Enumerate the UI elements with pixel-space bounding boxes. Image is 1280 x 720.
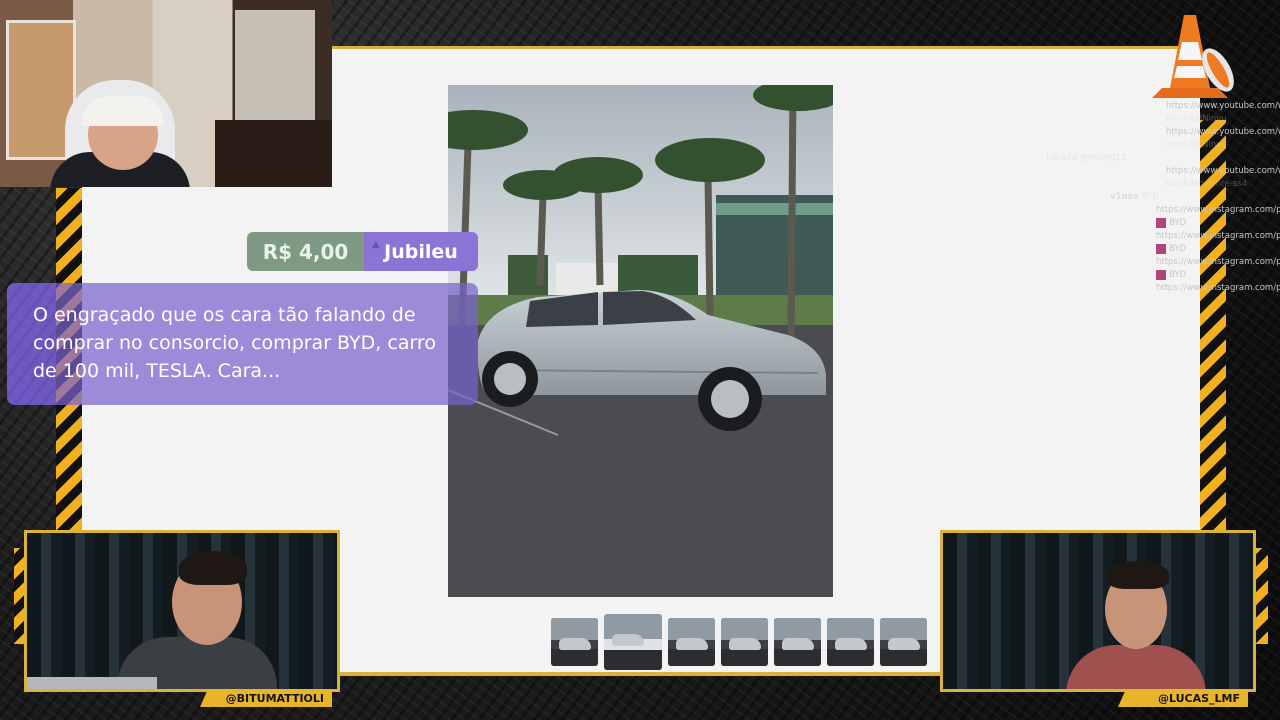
chat-link-line: https://www.instagram.com/p [1046, 230, 1280, 243]
stage-bottom-border [338, 672, 942, 676]
cohost-right-hair [1107, 561, 1169, 589]
thumbnail-car [559, 638, 591, 650]
gallery-thumbnail[interactable] [551, 618, 598, 666]
chat-link-line: BYD [1046, 217, 1280, 230]
streamer-top [50, 80, 190, 187]
gallery-thumbnail[interactable] [827, 618, 874, 666]
chat-link-line: BYD [1046, 243, 1280, 256]
chat-line: v=xh4jBNlnyu [1166, 114, 1227, 124]
chat-line: https://www.youtube.com/watch? [1166, 127, 1280, 137]
gallery-thumbnail[interactable] [604, 614, 662, 670]
cohost-right-torso [1066, 645, 1206, 689]
webcam-curtain [235, 10, 315, 120]
thumbnail-strip [551, 614, 927, 670]
emote-icon [1156, 269, 1166, 280]
webcam-bottom-left [24, 530, 340, 692]
traffic-cone-icon [1152, 15, 1234, 98]
thumbnail-road [827, 649, 874, 666]
thumbnail-road [880, 649, 927, 666]
thumbnail-car [835, 638, 867, 650]
thumbnail-road [668, 649, 715, 666]
handle-tag-left: @BITUMATTIOLI [200, 689, 332, 707]
chat-line: https://www.youtube.com/watch? [1166, 166, 1280, 176]
chat-link-text: BYD [1169, 218, 1187, 228]
webcam-top-left [0, 0, 332, 187]
chat-link-text: https://www.instagram.com/p [1156, 231, 1280, 241]
donation-donor-name: Jubileu [364, 232, 478, 271]
donation-message: O engraçado que os cara tão falando de c… [7, 283, 478, 405]
chat-link-line: https://www.instagram.com/p [1046, 256, 1280, 269]
gallery-thumbnail[interactable] [880, 618, 927, 666]
chat-link-line: https://www.instagram.com/p [1046, 282, 1280, 295]
emote-icon [1156, 217, 1166, 228]
chat-link-text: https://www.instagram.com/p [1156, 205, 1280, 215]
thumbnail-car [676, 638, 708, 650]
gallery-thumbnail[interactable] [774, 618, 821, 666]
hazard-stripe-bottom-right [1256, 548, 1268, 644]
thumbnail-car [782, 638, 814, 650]
thumbnail-sky [774, 618, 821, 640]
car-photo[interactable] [448, 85, 833, 597]
thumbnail-car [612, 634, 644, 646]
chat-line: Lucadd @itsrdtg11 [1046, 153, 1127, 163]
thumbnail-road [721, 649, 768, 666]
white-cap [82, 96, 164, 126]
donation-amount: R$ 4,00 [247, 232, 364, 271]
thumbnail-road [551, 649, 598, 666]
chat-link-text: BYD [1169, 270, 1187, 280]
cohost-right [1061, 561, 1211, 689]
cohost-left-hair [179, 551, 247, 585]
thumbnail-car [888, 638, 920, 650]
chat-line: v=xh4jBNlnyu [1166, 140, 1227, 150]
chat-link-text: https://www.instagram.com/p [1156, 283, 1280, 293]
laptop [27, 677, 157, 689]
gallery-thumbnail[interactable] [721, 618, 768, 666]
chat-line: v=ljEoxhwehre-ss4 [1166, 179, 1248, 189]
webcam-desk [215, 120, 332, 187]
chat-overlay: https://www.youtube.com/watch? v=xh4jBNln… [1046, 100, 1280, 295]
gallery-thumbnail[interactable] [668, 618, 715, 666]
car-photo-illustration [448, 85, 833, 597]
chat-link-line: https://www.instagram.com/p [1046, 204, 1280, 217]
chat-line: https://www.youtube.com/watch? [1166, 101, 1280, 111]
thumbnail-road [774, 649, 821, 666]
thumbnail-road [604, 650, 662, 670]
emote-icon [1156, 243, 1166, 254]
thumbnail-sky [551, 618, 598, 640]
mouse-cursor-icon: ▲ [372, 239, 380, 250]
webcam-bottom-right [940, 530, 1256, 692]
handle-tag-right: @LUCAS_LMF [1118, 689, 1248, 707]
thumbnail-sky [827, 618, 874, 640]
thumbnail-sky [668, 618, 715, 640]
chat-username: v1nox [1110, 192, 1139, 202]
thumbnail-sky [880, 618, 927, 640]
chat-link-line: BYD [1046, 269, 1280, 282]
cohost-left [117, 549, 297, 689]
thumbnail-car [729, 638, 761, 650]
chat-user-message: BYD [1141, 192, 1159, 202]
thumbnail-sky [721, 618, 768, 640]
chat-link-text: https://www.instagram.com/p [1156, 257, 1280, 267]
chat-link-text: BYD [1169, 244, 1187, 254]
